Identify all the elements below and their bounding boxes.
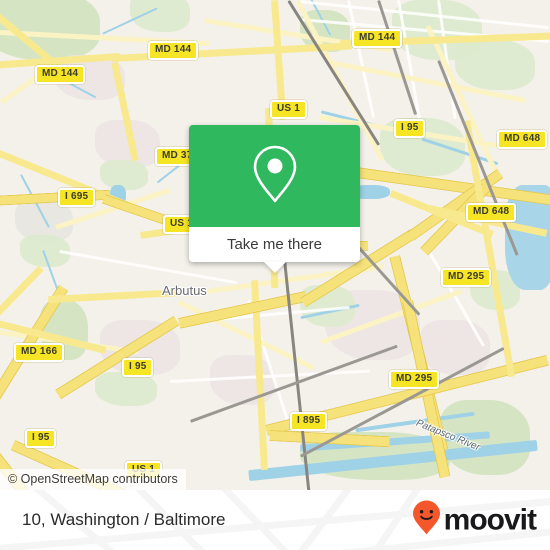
- road-shield: US 1: [270, 100, 308, 119]
- road-shield: I 95: [394, 119, 426, 138]
- popup-pointer: [263, 262, 286, 273]
- map-area-green: [95, 372, 157, 406]
- footer-bar: 10, Washington / Baltimore moovit: [0, 490, 550, 550]
- road-shield: MD 295: [389, 370, 440, 389]
- road-shield: I 95: [122, 358, 154, 377]
- footer-title: 10, Washington / Baltimore: [22, 510, 226, 529]
- moovit-logo[interactable]: moovit: [412, 500, 537, 541]
- road-shield: MD 144: [35, 65, 86, 84]
- road-shield: I 695: [58, 188, 96, 207]
- road-shield: I 95: [25, 429, 57, 448]
- map-area-green: [100, 160, 148, 190]
- osm-attribution[interactable]: © OpenStreetMap contributors: [0, 469, 186, 490]
- moovit-smiley-pin-icon: [412, 500, 441, 541]
- road-shield: MD 166: [14, 343, 65, 362]
- road-shield: MD 648: [497, 130, 548, 149]
- popup-action-panel[interactable]: Take me there: [189, 227, 360, 262]
- map-pin-icon: [249, 143, 301, 210]
- map-area-urban: [420, 320, 490, 375]
- take-me-there-label: Take me there: [226, 236, 323, 253]
- road-shield: MD 144: [352, 29, 403, 48]
- road-shield: I 895: [290, 412, 328, 431]
- moovit-map-screenshot: MD 144 MD 144 MD 144 US 1I 95 MD 648 MD 37 I 6…: [0, 0, 550, 550]
- map-area-green: [455, 40, 535, 90]
- road-shield: MD 295: [441, 268, 492, 287]
- place-label: Arbutus: [162, 283, 207, 298]
- popup-icon-panel: [189, 125, 360, 227]
- location-popup-card[interactable]: Take me there: [189, 125, 360, 273]
- moovit-wordmark: moovit: [443, 503, 537, 536]
- road-shield: MD 144: [148, 41, 199, 60]
- road-shield: MD 648: [466, 203, 517, 222]
